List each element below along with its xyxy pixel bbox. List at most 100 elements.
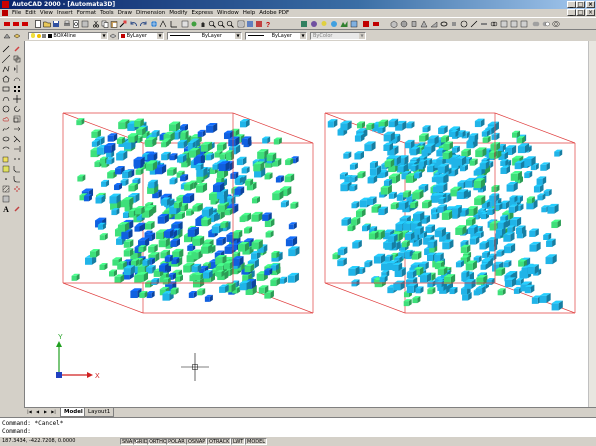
properties-icon[interactable] xyxy=(237,20,245,28)
print-icon[interactable] xyxy=(63,20,71,28)
lwt-toggle[interactable]: LWT xyxy=(231,438,246,445)
insert-block-icon[interactable] xyxy=(2,155,10,163)
menu-format[interactable]: Format xyxy=(75,9,98,17)
polyline-icon[interactable] xyxy=(2,65,10,73)
drawing-canvas[interactable]: YX xyxy=(24,41,596,407)
render-icon[interactable] xyxy=(300,20,308,28)
break-icon[interactable] xyxy=(13,155,21,163)
chevron-down-icon[interactable]: ▼ xyxy=(235,33,241,39)
extend-icon[interactable] xyxy=(13,145,21,153)
tool-palette-icon[interactable] xyxy=(255,20,263,28)
doc-minimize-icon[interactable]: _ xyxy=(567,9,576,16)
document-icon[interactable] xyxy=(2,10,8,16)
pan-realtime-icon[interactable] xyxy=(199,20,207,28)
explode-icon[interactable] xyxy=(13,185,21,193)
coordinate-display[interactable]: 187.3434, -422.7208, 0.0000 xyxy=(2,437,75,446)
snap-from-icon[interactable] xyxy=(159,20,167,28)
save-icon[interactable] xyxy=(52,20,60,28)
rectangle-icon[interactable] xyxy=(2,85,10,93)
union-icon[interactable] xyxy=(532,20,540,28)
menu-modify[interactable]: Modify xyxy=(167,9,189,17)
make-object-layer-current-icon[interactable] xyxy=(3,32,11,40)
menu-window[interactable]: Window xyxy=(215,9,241,17)
menu-file[interactable]: File xyxy=(10,9,23,17)
close-icon[interactable]: × xyxy=(586,1,595,8)
extrude-icon[interactable] xyxy=(450,20,458,28)
match-properties-icon[interactable] xyxy=(119,20,127,28)
menu-view[interactable]: View xyxy=(38,9,55,17)
make-block-icon[interactable] xyxy=(2,165,10,173)
red-tool-3-icon[interactable] xyxy=(21,20,29,28)
otrack-toggle[interactable]: OTRACK xyxy=(207,438,232,445)
arc-icon[interactable] xyxy=(2,95,10,103)
menu-dimension[interactable]: Dimension xyxy=(134,9,167,17)
cut-icon[interactable] xyxy=(92,20,100,28)
last-tab-icon[interactable]: ▶| xyxy=(50,409,57,415)
intersect-icon[interactable] xyxy=(552,20,560,28)
undo-icon[interactable] xyxy=(130,20,138,28)
first-tab-icon[interactable]: |◀ xyxy=(26,409,33,415)
maximize-icon[interactable]: □ xyxy=(576,1,585,8)
minimize-icon[interactable]: _ xyxy=(567,1,576,8)
hatch-icon[interactable] xyxy=(2,185,10,193)
sphere-3d-icon[interactable] xyxy=(400,20,408,28)
vertical-scrollbar[interactable] xyxy=(588,41,596,407)
multiline-text-icon[interactable]: A xyxy=(2,205,10,213)
torus-3d-icon[interactable] xyxy=(440,20,448,28)
paste-icon[interactable] xyxy=(110,20,118,28)
doc-restore-icon[interactable]: □ xyxy=(576,9,585,16)
tab-layout1[interactable]: Layout1 xyxy=(84,408,115,417)
next-tab-icon[interactable]: ▶ xyxy=(42,409,49,415)
named-views-icon[interactable] xyxy=(181,20,189,28)
move-icon[interactable] xyxy=(13,95,21,103)
setup-drawing-icon[interactable] xyxy=(500,20,508,28)
doc-close-icon[interactable]: × xyxy=(586,9,595,16)
circle-icon[interactable] xyxy=(2,105,10,113)
layer-dropdown[interactable]: BOX4line ▼ xyxy=(28,32,108,40)
setup-view-icon[interactable] xyxy=(510,20,518,28)
hyperlink-icon[interactable] xyxy=(150,20,158,28)
red-tool-2-icon[interactable] xyxy=(12,20,20,28)
cone-3d-icon[interactable] xyxy=(420,20,428,28)
red-tool-icon[interactable] xyxy=(3,20,11,28)
model-toggle[interactable]: MODEL xyxy=(245,438,268,445)
layer-previous-icon[interactable] xyxy=(109,32,117,40)
zoom-previous-icon[interactable] xyxy=(226,20,234,28)
redo-icon[interactable] xyxy=(139,20,147,28)
scene-icon[interactable] xyxy=(310,20,318,28)
offset-icon[interactable] xyxy=(13,75,21,83)
autocad-app-icon[interactable] xyxy=(2,1,9,8)
chamfer-icon[interactable] xyxy=(13,165,21,173)
menu-tools[interactable]: Tools xyxy=(98,9,116,17)
ellipse-icon[interactable] xyxy=(2,135,10,143)
point-icon[interactable] xyxy=(2,175,10,183)
pencil-icon[interactable] xyxy=(13,205,21,213)
slice-icon[interactable] xyxy=(470,20,478,28)
region-icon[interactable] xyxy=(2,195,10,203)
pdf-mail-icon[interactable] xyxy=(372,20,380,28)
osnap-toggle[interactable]: OSNAP xyxy=(186,438,208,445)
erase-icon[interactable] xyxy=(13,45,21,53)
zoom-window-icon[interactable] xyxy=(217,20,225,28)
landscape-icon[interactable] xyxy=(340,20,348,28)
publish-icon[interactable] xyxy=(81,20,89,28)
interfere-icon[interactable] xyxy=(490,20,498,28)
background-icon[interactable] xyxy=(350,20,358,28)
layers-icon[interactable] xyxy=(13,32,21,40)
rotate-icon[interactable] xyxy=(13,105,21,113)
revolve-icon[interactable] xyxy=(460,20,468,28)
ucs-icon[interactable] xyxy=(170,20,178,28)
linetype-dropdown[interactable]: ByLayer ▼ xyxy=(167,32,242,40)
open-folder-icon[interactable] xyxy=(43,20,51,28)
chevron-down-icon[interactable]: ▼ xyxy=(300,33,306,39)
menu-insert[interactable]: Insert xyxy=(55,9,75,17)
tab-model[interactable]: Model xyxy=(60,408,87,417)
box-3d-icon[interactable] xyxy=(390,20,398,28)
lineweight-dropdown[interactable]: ByLayer ▼ xyxy=(245,32,307,40)
revision-cloud-icon[interactable] xyxy=(2,115,10,123)
construction-line-icon[interactable] xyxy=(2,55,10,63)
wedge-3d-icon[interactable] xyxy=(430,20,438,28)
cylinder-3d-icon[interactable] xyxy=(410,20,418,28)
model-space-drawing[interactable]: YX xyxy=(25,41,589,407)
line-icon[interactable] xyxy=(2,45,10,53)
